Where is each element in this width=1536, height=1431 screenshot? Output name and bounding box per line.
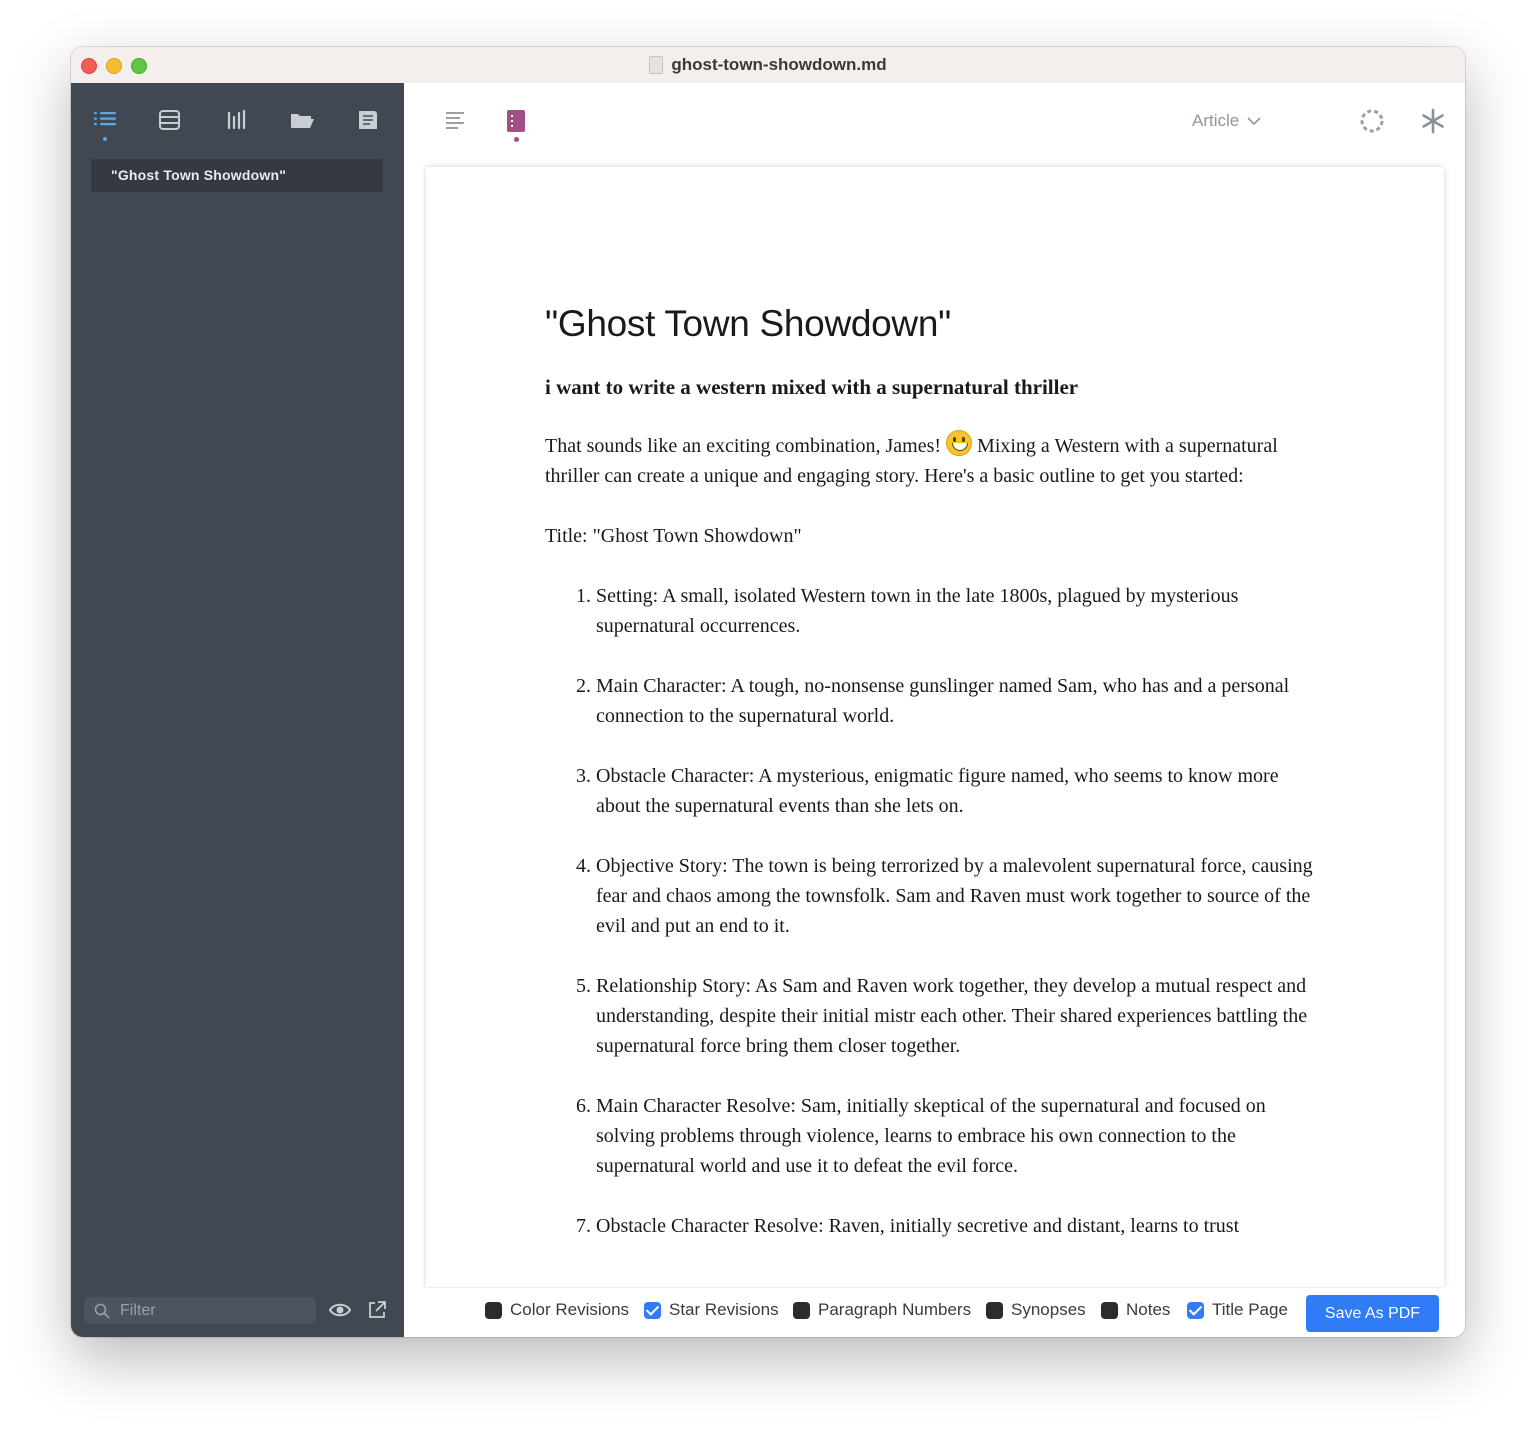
app-window: ghost-town-showdown.md "Ghost Town Showd… bbox=[71, 47, 1465, 1337]
outline-item: Obstacle Character Resolve: Raven, initi… bbox=[596, 1211, 1315, 1241]
synopses-label: Synopses bbox=[1011, 1300, 1086, 1319]
synopses-checkbox[interactable] bbox=[986, 1301, 1003, 1319]
sidebar: "Ghost Town Showdown" bbox=[71, 83, 404, 1337]
star-revisions-option[interactable]: Star Revisions bbox=[644, 1300, 779, 1320]
sidebar-toolbar bbox=[71, 83, 404, 157]
notes-label: Notes bbox=[1126, 1300, 1171, 1319]
search-icon bbox=[94, 1303, 110, 1318]
outline-item: Setting: A small, isolated Western town … bbox=[596, 581, 1315, 641]
document-page[interactable]: "Ghost Town Showdown" i want to write a … bbox=[426, 167, 1444, 1287]
eye-icon[interactable] bbox=[328, 1298, 352, 1322]
color-revisions-checkbox[interactable] bbox=[485, 1301, 502, 1319]
intro-text-start: That sounds like an exciting combination… bbox=[545, 435, 947, 457]
title-page-checkbox[interactable] bbox=[1187, 1301, 1204, 1319]
view-mode-dropdown[interactable]: Article bbox=[1192, 111, 1261, 131]
main-area: Article "Ghost Town Showdown" i want to … bbox=[404, 83, 1465, 1337]
filter-input[interactable] bbox=[118, 1300, 302, 1321]
notes-option[interactable]: Notes bbox=[1101, 1300, 1170, 1320]
paragraph-numbers-option[interactable]: Paragraph Numbers bbox=[793, 1300, 971, 1320]
intro-paragraph: That sounds like an exciting combination… bbox=[545, 430, 1315, 491]
dashed-circle-icon[interactable] bbox=[1359, 108, 1385, 134]
title-bar: ghost-town-showdown.md bbox=[71, 47, 1465, 84]
color-revisions-label: Color Revisions bbox=[510, 1300, 630, 1319]
export-options-bar: Color Revisions Star Revisions Paragraph… bbox=[404, 1288, 1465, 1337]
paragraph-numbers-checkbox[interactable] bbox=[793, 1301, 810, 1319]
smiley-emoji-icon bbox=[946, 430, 973, 456]
star-revisions-label: Star Revisions bbox=[669, 1300, 779, 1319]
outline-icon[interactable] bbox=[93, 109, 119, 131]
chevron-down-icon bbox=[1247, 117, 1261, 126]
outline-item: Main Character Resolve: Sam, initially s… bbox=[596, 1091, 1315, 1181]
sidebar-item-ghost-town-showdown[interactable]: "Ghost Town Showdown" bbox=[91, 159, 383, 192]
title-page-option[interactable]: Title Page bbox=[1187, 1300, 1288, 1320]
save-as-pdf-button[interactable]: Save As PDF bbox=[1306, 1295, 1439, 1332]
text-align-icon[interactable] bbox=[444, 109, 468, 131]
active-indicator bbox=[514, 137, 519, 142]
notes-icon[interactable] bbox=[355, 109, 381, 131]
outline-item: Objective Story: The town is being terro… bbox=[596, 851, 1315, 941]
asterisk-icon[interactable] bbox=[1420, 108, 1446, 134]
story-outline-list: Setting: A small, isolated Western town … bbox=[545, 581, 1315, 1241]
title-line: Title: "Ghost Town Showdown" bbox=[545, 525, 802, 547]
board-icon[interactable] bbox=[224, 109, 250, 131]
dialogue-icon[interactable] bbox=[505, 109, 527, 135]
user-prompt: i want to write a western mixed with a s… bbox=[545, 375, 1079, 399]
outline-item: Relationship Story: As Sam and Raven wor… bbox=[596, 971, 1315, 1061]
notes-checkbox[interactable] bbox=[1101, 1301, 1118, 1319]
outline-item: Main Character: A tough, no-nonsense gun… bbox=[596, 671, 1315, 731]
view-mode-label: Article bbox=[1192, 111, 1240, 130]
color-revisions-option[interactable]: Color Revisions bbox=[485, 1300, 629, 1320]
index-cards-icon[interactable] bbox=[157, 109, 183, 131]
file-icon bbox=[649, 56, 664, 74]
window-title-text: ghost-town-showdown.md bbox=[671, 55, 887, 74]
active-indicator bbox=[103, 137, 107, 141]
synopses-option[interactable]: Synopses bbox=[986, 1300, 1086, 1320]
star-revisions-checkbox[interactable] bbox=[644, 1301, 661, 1319]
paragraph-numbers-label: Paragraph Numbers bbox=[818, 1300, 972, 1319]
folder-icon[interactable] bbox=[289, 109, 315, 131]
window-title: ghost-town-showdown.md bbox=[71, 47, 1465, 83]
document-content: "Ghost Town Showdown" i want to write a … bbox=[545, 303, 1315, 1271]
title-page-label: Title Page bbox=[1212, 1300, 1288, 1319]
outline-item: Obstacle Character: A mysterious, enigma… bbox=[596, 761, 1315, 821]
share-icon[interactable] bbox=[365, 1298, 389, 1322]
filter-field[interactable] bbox=[84, 1297, 316, 1324]
document-title: "Ghost Town Showdown" bbox=[545, 303, 951, 344]
